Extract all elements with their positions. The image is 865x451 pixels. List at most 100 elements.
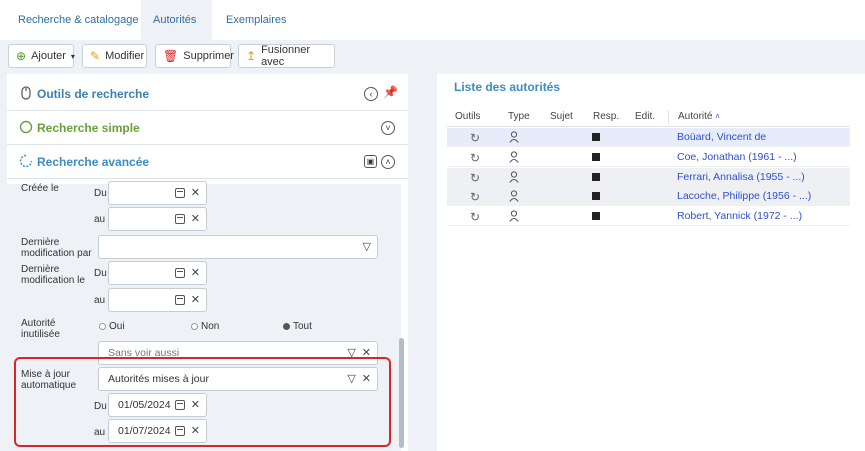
authority-list-panel: Liste des autorités Outils Type Sujet Re… (437, 74, 865, 451)
created-label: Créée le (21, 183, 59, 194)
authority-name[interactable]: Boüard, Vincent de (677, 128, 766, 147)
table-header: Outils Type Sujet Resp. Edit. Autorité ˄ (447, 107, 850, 127)
delete-button[interactable]: 🗑 Supprimer (155, 44, 234, 68)
col-autorite[interactable]: Autorité ˄ (678, 107, 720, 127)
trash-icon: 🗑 (163, 49, 179, 63)
modified-to-field[interactable]: ✕ (108, 288, 207, 312)
person-icon (509, 151, 519, 163)
tab-recherche-catalogage[interactable]: Recherche & catalogage (6, 0, 150, 40)
top-tabbar: Recherche & catalogage Autorités Exempla… (0, 0, 865, 40)
authority-list-title: Liste des autorités (454, 80, 561, 94)
clear-icon[interactable]: ✕ (191, 262, 200, 284)
authority-name[interactable]: Lacoche, Philippe (1956 - ...) (677, 187, 811, 206)
table-row[interactable]: ↻ Ferrari, Annalisa (1955 - ...) (447, 168, 850, 187)
modified-on-label: Dernière modification le (21, 264, 85, 286)
col-outils[interactable]: Outils (455, 107, 481, 127)
person-icon (509, 131, 519, 143)
created-from-field[interactable]: ✕ (108, 181, 207, 205)
tools-title: Outils de recherche (37, 87, 150, 101)
mouse-icon (19, 86, 33, 100)
radio-circle[interactable] (99, 323, 106, 330)
add-button[interactable]: ⊕ Ajouter ▾ (8, 44, 75, 68)
authority-name[interactable]: Ferrari, Annalisa (1955 - ...) (677, 168, 805, 187)
calendar-icon[interactable] (174, 214, 185, 224)
advanced-search-header[interactable]: Recherche avancée ▣ ˄ (7, 145, 408, 179)
merge-button[interactable]: ↥ Fusionner avec (238, 44, 335, 68)
created-au-label: au (94, 214, 106, 225)
calendar-icon[interactable] (174, 188, 185, 198)
col-type[interactable]: Type (508, 107, 530, 127)
radio-non-label: Non (201, 321, 220, 332)
add-button-label: Ajouter (31, 50, 66, 62)
radio-circle-selected[interactable] (283, 323, 290, 330)
person-icon (509, 190, 519, 202)
resp-icon (592, 212, 600, 220)
edit-button-label: Modifier (105, 50, 145, 62)
refresh-icon[interactable]: ↻ (470, 151, 480, 165)
refresh-icon[interactable]: ↻ (470, 131, 480, 145)
col-autorite-label: Autorité (678, 111, 713, 122)
radio-tout[interactable]: Tout (283, 321, 312, 332)
pin-icon[interactable]: 📌 (383, 85, 398, 99)
clear-icon[interactable]: ✕ (191, 182, 200, 204)
refresh-icon[interactable]: ↻ (470, 210, 480, 224)
table-row[interactable]: ↻ Boüard, Vincent de (447, 128, 850, 147)
radio-oui-label: Oui (109, 321, 125, 332)
authority-name[interactable]: Coe, Jonathan (1961 - ...) (677, 148, 797, 167)
table-row[interactable]: ↻ Robert, Yannick (1972 - ...) (447, 207, 850, 226)
search-icon (19, 120, 33, 134)
caret-down-icon: ▾ (70, 51, 75, 61)
clear-icon[interactable]: ✕ (191, 208, 200, 230)
merge-icon: ↥ (246, 49, 257, 63)
advanced-search-title: Recherche avancée (37, 155, 150, 169)
resp-icon (592, 153, 600, 161)
calendar-icon[interactable] (174, 268, 185, 278)
reset-form-icon[interactable]: ▣ (364, 155, 377, 168)
plus-circle-icon: ⊕ (16, 49, 27, 63)
radio-tout-label: Tout (293, 321, 312, 332)
simple-search-header[interactable]: Recherche simple ˅ (7, 111, 408, 145)
table-row[interactable]: ↻ Coe, Jonathan (1961 - ...) (447, 148, 850, 167)
col-resp[interactable]: Resp. (593, 107, 619, 127)
radio-oui[interactable]: Oui (99, 321, 125, 332)
form-scrollbar[interactable] (399, 338, 404, 448)
resp-icon (592, 173, 600, 181)
person-icon (509, 171, 519, 183)
modified-by-label: Dernière modification par (21, 237, 92, 259)
edit-button[interactable]: ✎ Modifier (82, 44, 147, 68)
modified-from-field[interactable]: ✕ (108, 261, 207, 285)
delete-button-label: Supprimer (183, 50, 234, 62)
merge-button-label: Fusionner avec (261, 44, 310, 68)
refresh-icon[interactable]: ↻ (470, 190, 480, 204)
col-sujet[interactable]: Sujet (550, 107, 573, 127)
simple-search-title: Recherche simple (37, 121, 140, 135)
pencil-icon: ✎ (90, 49, 101, 63)
col-edit[interactable]: Edit. (635, 107, 655, 127)
created-to-field[interactable]: ✕ (108, 207, 207, 231)
col-divider (668, 110, 669, 124)
radio-non[interactable]: Non (191, 321, 219, 332)
collapse-left-icon[interactable]: ‹ (364, 87, 378, 101)
calendar-icon[interactable] (174, 295, 185, 305)
table-row[interactable]: ↻ Lacoche, Philippe (1956 - ...) (447, 187, 850, 206)
sort-asc-icon: ˄ (715, 112, 720, 121)
chevron-down-icon[interactable]: ˅ (381, 121, 395, 135)
tab-autorites[interactable]: Autorités (141, 0, 212, 40)
toolbar: ⊕ Ajouter ▾ ✎ Modifier 🗑 Supprimer ↥ Fus… (0, 40, 865, 74)
created-du-label: Du (94, 188, 107, 199)
resp-icon (592, 192, 600, 200)
person-icon (509, 210, 519, 222)
tab-exemplaires[interactable]: Exemplaires (214, 0, 299, 40)
radio-circle[interactable] (191, 323, 198, 330)
modified-au-label: au (94, 295, 106, 306)
authority-name[interactable]: Robert, Yannick (1972 - ...) (677, 207, 802, 226)
tools-section-header[interactable]: Outils de recherche ‹ 📌 (7, 77, 408, 111)
unused-label: Autorité inutilisée (21, 318, 60, 340)
advanced-search-icon (19, 154, 33, 168)
modified-by-select[interactable]: ▽ (98, 235, 378, 259)
refresh-icon[interactable]: ↻ (470, 171, 480, 185)
chevron-up-icon[interactable]: ˄ (381, 155, 395, 169)
clear-icon[interactable]: ✕ (191, 289, 200, 311)
highlight-box (14, 357, 391, 447)
dropdown-shield-icon[interactable]: ▽ (363, 236, 371, 258)
